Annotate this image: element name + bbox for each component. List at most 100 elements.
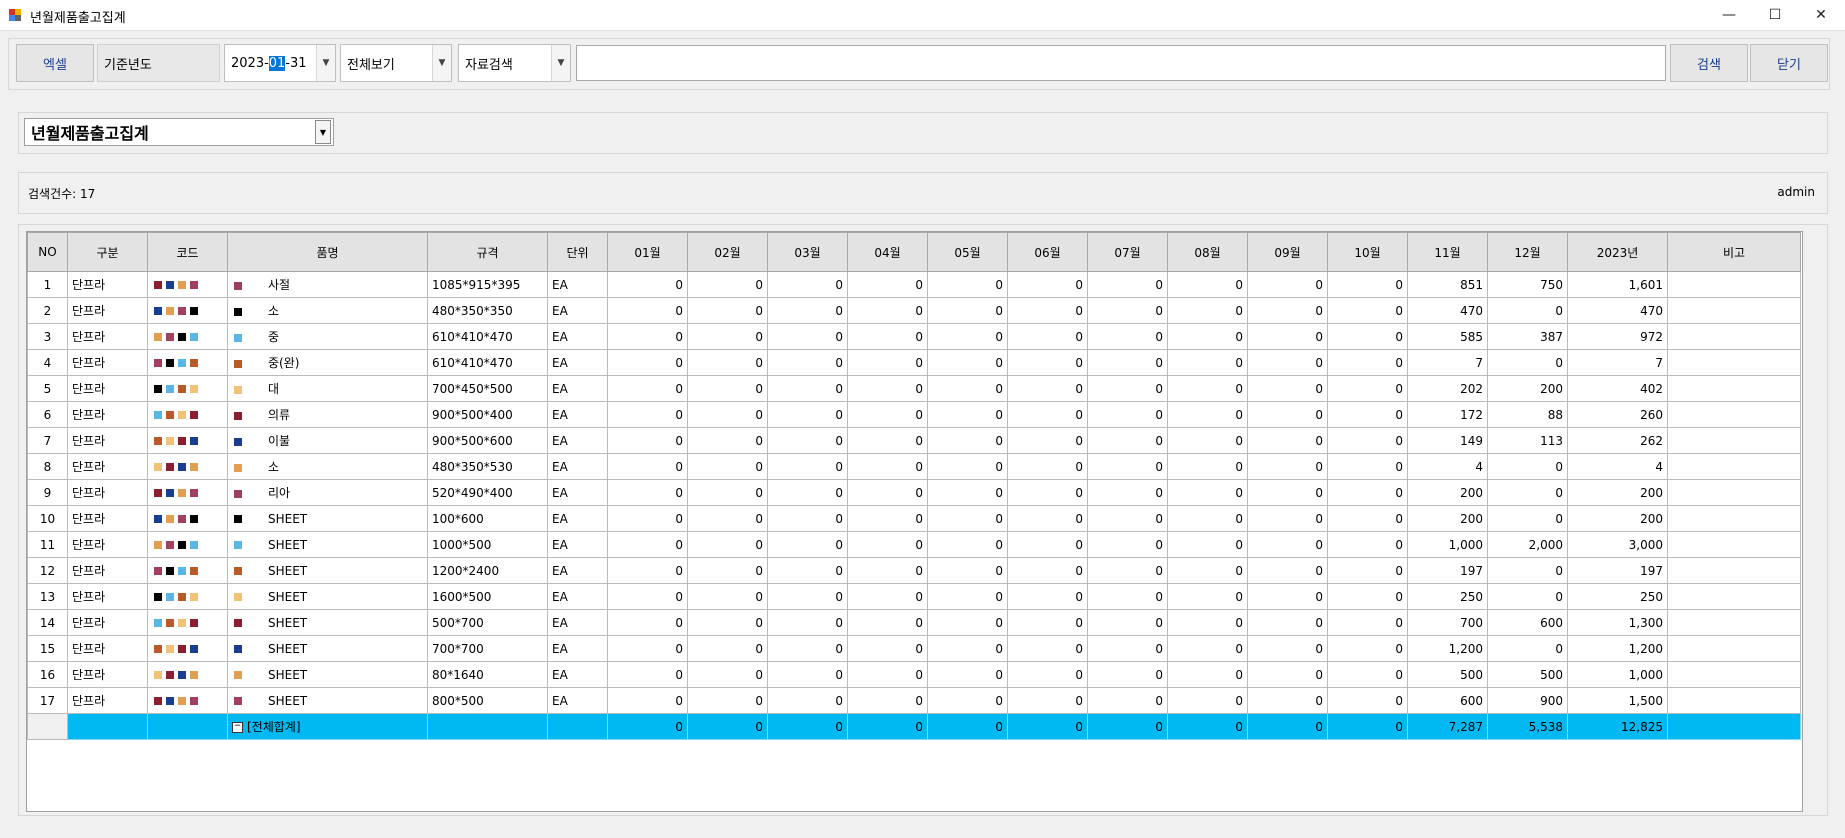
note-cell[interactable] xyxy=(1667,453,1801,480)
spec-cell[interactable]: 1000*500 xyxy=(427,531,548,558)
month-value-cell[interactable]: 0 xyxy=(687,271,768,298)
month-total-cell[interactable]: 0 xyxy=(767,713,848,740)
code-cell[interactable] xyxy=(147,505,228,532)
spec-cell[interactable]: 800*500 xyxy=(427,687,548,714)
month-value-cell[interactable]: 0 xyxy=(687,375,768,402)
month-value-cell[interactable]: 0 xyxy=(1327,349,1408,376)
month-value-cell[interactable]: 0 xyxy=(847,323,928,350)
code-cell[interactable] xyxy=(147,375,228,402)
month-value-cell[interactable]: 0 xyxy=(687,349,768,376)
month-value-cell[interactable]: 0 xyxy=(1007,453,1088,480)
month-value-cell[interactable]: 0 xyxy=(767,297,848,324)
month-value-cell[interactable]: 0 xyxy=(1327,687,1408,714)
column-header[interactable]: 단위 xyxy=(547,232,608,272)
month-value-cell[interactable]: 0 xyxy=(847,271,928,298)
note-cell[interactable] xyxy=(1667,505,1801,532)
chevron-down-icon[interactable]: ▼ xyxy=(551,45,570,81)
month-value-cell[interactable]: 0 xyxy=(1247,609,1328,636)
month-value-cell[interactable]: 0 xyxy=(847,557,928,584)
code-cell[interactable] xyxy=(147,323,228,350)
month-total-cell[interactable]: 0 xyxy=(927,713,1008,740)
code-cell[interactable] xyxy=(147,401,228,428)
month-value-cell[interactable]: 0 xyxy=(687,401,768,428)
month-value-cell[interactable]: 0 xyxy=(607,323,688,350)
month-value-cell[interactable]: 0 xyxy=(1007,349,1088,376)
unit-cell[interactable]: EA xyxy=(547,427,608,454)
month-value-cell[interactable]: 1,200 xyxy=(1407,635,1488,662)
month-value-cell[interactable]: 0 xyxy=(1007,375,1088,402)
category-cell[interactable]: 단프라 xyxy=(67,297,148,324)
table-row[interactable]: 14 단프라 SHEET 500*700 EA 0 0 0 0 0 0 0 0 0 0 700 600 1,300 xyxy=(27,609,1801,636)
unit-cell[interactable]: EA xyxy=(547,375,608,402)
month-value-cell[interactable]: 0 xyxy=(1007,635,1088,662)
year-total-cell[interactable]: 402 xyxy=(1567,375,1668,402)
table-row[interactable]: 13 단프라 SHEET 1600*500 EA 0 0 0 0 0 0 0 0 0 0 250 0 250 xyxy=(27,583,1801,610)
month-value-cell[interactable]: 0 xyxy=(767,505,848,532)
month-value-cell[interactable]: 0 xyxy=(927,375,1008,402)
month-value-cell[interactable]: 0 xyxy=(1167,271,1248,298)
table-row[interactable]: 17 단프라 SHEET 800*500 EA 0 0 0 0 0 0 0 0 0 0 600 900 1,500 xyxy=(27,687,1801,714)
code-cell[interactable] xyxy=(147,687,228,714)
month-value-cell[interactable]: 0 xyxy=(847,635,928,662)
month-value-cell[interactable]: 2,000 xyxy=(1487,531,1568,558)
month-value-cell[interactable]: 0 xyxy=(1087,505,1168,532)
product-name-cell[interactable]: SHEET xyxy=(227,583,428,610)
month-value-cell[interactable]: 0 xyxy=(767,557,848,584)
note-cell[interactable] xyxy=(1667,479,1801,506)
month-value-cell[interactable]: 0 xyxy=(847,427,928,454)
row-number-cell[interactable]: 7 xyxy=(27,427,68,454)
month-value-cell[interactable]: 149 xyxy=(1407,427,1488,454)
month-value-cell[interactable]: 0 xyxy=(1247,453,1328,480)
product-name-cell[interactable]: SHEET xyxy=(227,661,428,688)
month-value-cell[interactable]: 0 xyxy=(767,583,848,610)
month-value-cell[interactable]: 0 xyxy=(607,349,688,376)
month-value-cell[interactable]: 0 xyxy=(687,557,768,584)
month-value-cell[interactable]: 0 xyxy=(1247,635,1328,662)
month-value-cell[interactable]: 600 xyxy=(1487,609,1568,636)
month-value-cell[interactable]: 0 xyxy=(687,661,768,688)
spec-cell[interactable]: 700*450*500 xyxy=(427,375,548,402)
table-row[interactable]: 1 단프라 사절 1085*915*395 EA 0 0 0 0 0 0 0 0 0 0 851 750 1,60… xyxy=(27,271,1801,298)
month-value-cell[interactable]: 0 xyxy=(1087,635,1168,662)
column-header[interactable]: 코드 xyxy=(147,232,228,272)
year-total-cell[interactable]: 1,500 xyxy=(1567,687,1668,714)
month-value-cell[interactable]: 0 xyxy=(1487,297,1568,324)
spec-cell[interactable]: 700*700 xyxy=(427,635,548,662)
month-value-cell[interactable]: 0 xyxy=(1247,505,1328,532)
year-total-cell[interactable]: 4 xyxy=(1567,453,1668,480)
month-value-cell[interactable]: 851 xyxy=(1407,271,1488,298)
year-total-cell[interactable]: 200 xyxy=(1567,479,1668,506)
spec-cell[interactable]: 900*500*600 xyxy=(427,427,548,454)
month-value-cell[interactable]: 0 xyxy=(1007,505,1088,532)
month-value-cell[interactable]: 0 xyxy=(927,531,1008,558)
month-value-cell[interactable]: 200 xyxy=(1407,479,1488,506)
month-value-cell[interactable]: 197 xyxy=(1407,557,1488,584)
year-total-cell[interactable]: 1,601 xyxy=(1567,271,1668,298)
month-value-cell[interactable]: 0 xyxy=(1167,505,1248,532)
column-header[interactable]: 06월 xyxy=(1007,232,1088,272)
month-value-cell[interactable]: 750 xyxy=(1487,271,1568,298)
category-cell[interactable]: 단프라 xyxy=(67,271,148,298)
collapse-icon[interactable]: − xyxy=(232,722,243,733)
year-total-cell[interactable]: 3,000 xyxy=(1567,531,1668,558)
month-value-cell[interactable]: 0 xyxy=(607,453,688,480)
row-number-cell[interactable]: 6 xyxy=(27,401,68,428)
search-button[interactable]: 검색 xyxy=(1670,44,1748,82)
note-cell[interactable] xyxy=(1667,427,1801,454)
month-value-cell[interactable]: 1,000 xyxy=(1407,531,1488,558)
column-header[interactable]: 02월 xyxy=(687,232,768,272)
month-value-cell[interactable]: 0 xyxy=(1327,271,1408,298)
month-value-cell[interactable]: 0 xyxy=(1327,427,1408,454)
month-value-cell[interactable]: 0 xyxy=(1167,427,1248,454)
month-value-cell[interactable]: 0 xyxy=(927,479,1008,506)
month-total-cell[interactable]: 0 xyxy=(847,713,928,740)
month-total-cell[interactable]: 0 xyxy=(607,713,688,740)
code-cell[interactable] xyxy=(147,609,228,636)
unit-cell[interactable]: EA xyxy=(547,557,608,584)
month-total-cell[interactable]: 0 xyxy=(1007,713,1088,740)
month-value-cell[interactable]: 0 xyxy=(1087,271,1168,298)
column-header[interactable]: 품명 xyxy=(227,232,428,272)
month-value-cell[interactable]: 0 xyxy=(927,505,1008,532)
code-cell[interactable] xyxy=(147,427,228,454)
month-value-cell[interactable]: 0 xyxy=(1327,583,1408,610)
